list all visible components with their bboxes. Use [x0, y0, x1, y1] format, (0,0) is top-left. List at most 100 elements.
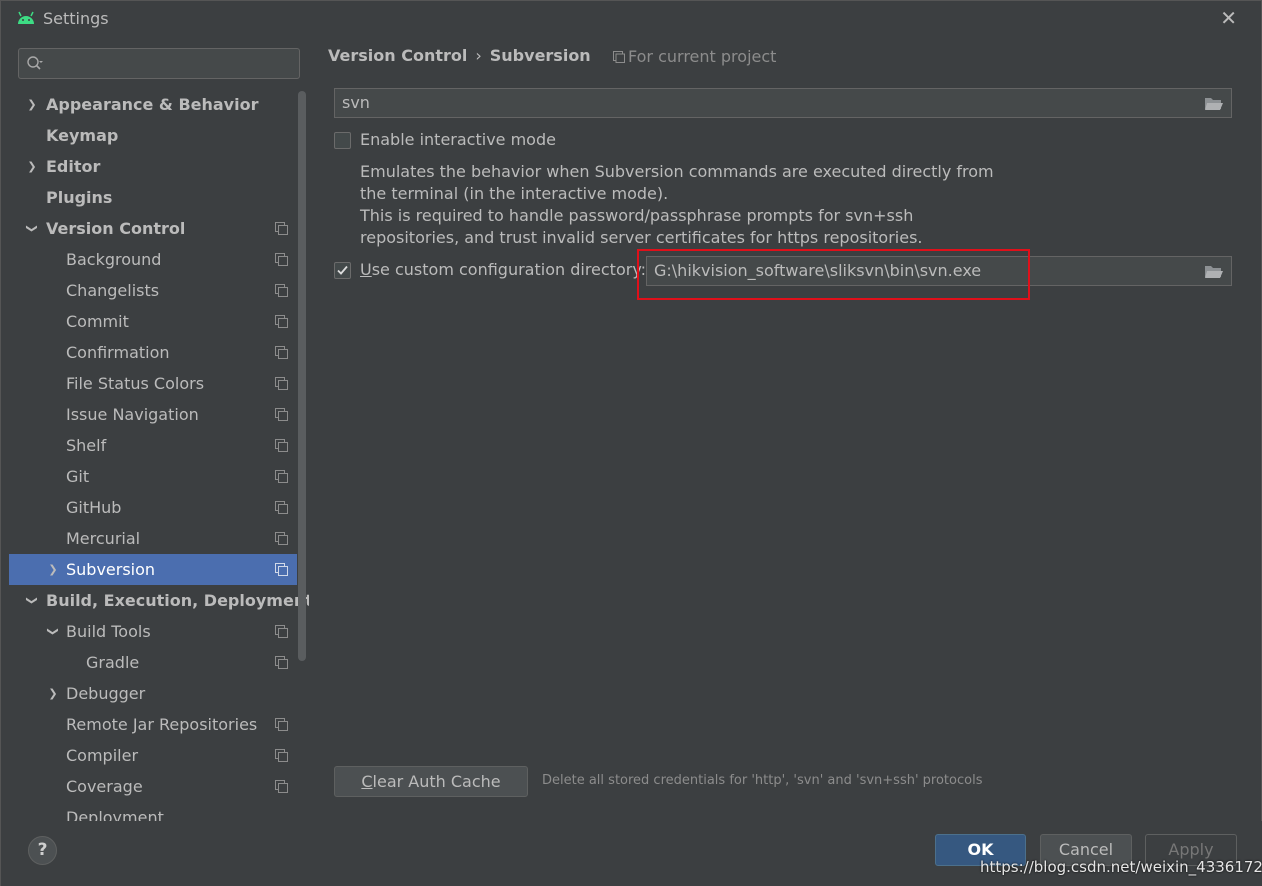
tree-item-coverage[interactable]: Coverage [9, 771, 297, 802]
project-scope-icon [275, 284, 288, 297]
tree-item-label: Deployment [66, 808, 164, 821]
interactive-mode-label[interactable]: Enable interactive mode [360, 130, 556, 149]
tree-item-file-status-colors[interactable]: File Status Colors [9, 368, 297, 399]
tree-item-shelf[interactable]: Shelf [9, 430, 297, 461]
settings-tree: ❯ Appearance & Behavior Keymap ❯ Editor Plugi… [9, 89, 310, 821]
search-input[interactable] [53, 52, 293, 75]
tree-item-label: Build, Execution, Deployment [46, 591, 309, 610]
project-scope-icon [613, 51, 625, 63]
tree-item-label: Editor [46, 157, 101, 176]
tree-item-label: GitHub [66, 498, 122, 517]
tree-item-version-control[interactable]: ❯ Version Control [9, 213, 297, 244]
custom-config-label[interactable]: Use custom configuration directory: [360, 260, 646, 279]
tree-item-background[interactable]: Background [9, 244, 297, 275]
tree-item-label: Appearance & Behavior [46, 95, 259, 114]
project-scope-icon [275, 532, 288, 545]
for-current-project-note: For current project [613, 47, 776, 66]
svn-executable-field[interactable]: svn [334, 88, 1232, 118]
interactive-mode-checkbox[interactable] [334, 132, 351, 149]
description-line: repositories, and trust invalid server c… [360, 228, 923, 247]
sidebar-scrollbar[interactable] [298, 91, 306, 661]
chevron-down-icon[interactable]: ❯ [17, 222, 48, 236]
tree-item-label: Subversion [66, 560, 156, 579]
tree-item-label: Build Tools [66, 622, 151, 641]
custom-config-checkbox[interactable] [334, 262, 351, 279]
chevron-right-icon[interactable]: ❯ [46, 554, 60, 585]
tree-item-mercurial[interactable]: Mercurial [9, 523, 297, 554]
project-scope-icon [275, 315, 288, 328]
clear-auth-cache-button[interactable]: Clear Auth Cache [334, 766, 528, 797]
project-scope-icon [275, 253, 288, 266]
custom-config-label-text: se custom configuration directory: [371, 260, 647, 279]
tree-item-label: Plugins [46, 188, 113, 207]
settings-dialog: Settings ✕ ❯ Appearance & Behavior Keymap ❯… [0, 0, 1262, 886]
clear-cache-label: lear Auth Cache [372, 772, 501, 791]
title-bar: Settings ✕ [1, 1, 1261, 35]
breadcrumb-separator: › [475, 46, 482, 65]
breadcrumb-parent[interactable]: Version Control [328, 46, 467, 65]
project-scope-icon [275, 470, 288, 483]
description-line: the terminal (in the interactive mode). [360, 184, 669, 203]
tree-item-keymap[interactable]: Keymap [9, 120, 297, 151]
project-scope-icon [275, 408, 288, 421]
tree-item-label: Git [66, 467, 90, 486]
project-scope-icon [275, 625, 288, 638]
tree-item-debugger[interactable]: ❯ Debugger [9, 678, 297, 709]
tree-item-appearance-behavior[interactable]: ❯ Appearance & Behavior [9, 89, 297, 120]
project-scope-icon [275, 563, 288, 576]
folder-open-icon[interactable] [1204, 96, 1223, 111]
project-scope-icon [275, 718, 288, 731]
window-title: Settings [43, 9, 109, 28]
tree-item-label: Debugger [66, 684, 146, 703]
search-icon [27, 56, 43, 70]
svn-path-value[interactable]: svn [342, 93, 370, 112]
tree-item-label: Mercurial [66, 529, 141, 548]
chevron-down-icon[interactable]: ❯ [38, 625, 69, 639]
tree-item-label: Background [66, 250, 162, 269]
project-scope-icon [275, 780, 288, 793]
tree-item-build-tools[interactable]: ❯ Build Tools [9, 616, 297, 647]
tree-item-label: Shelf [66, 436, 107, 455]
project-scope-icon [275, 656, 288, 669]
chevron-right-icon[interactable]: ❯ [25, 89, 39, 120]
tree-item-plugins[interactable]: Plugins [9, 182, 297, 213]
tree-item-label: File Status Colors [66, 374, 205, 393]
help-button[interactable]: ? [28, 836, 57, 865]
watermark-url: https://blog.csdn.net/weixin_43361722 [980, 858, 1262, 876]
close-icon[interactable]: ✕ [1220, 6, 1237, 30]
tree-item-compiler[interactable]: Compiler [9, 740, 297, 771]
tree-item-label: Coverage [66, 777, 143, 796]
chevron-right-icon[interactable]: ❯ [25, 151, 39, 182]
tree-item-confirmation[interactable]: Confirmation [9, 337, 297, 368]
tree-item-commit[interactable]: Commit [9, 306, 297, 337]
project-scope-icon [275, 377, 288, 390]
project-scope-icon [275, 222, 288, 235]
highlight-annotation [637, 249, 1030, 300]
breadcrumb: Version Control › Subversion [328, 46, 591, 65]
project-scope-icon [275, 346, 288, 359]
tree-item-label: Confirmation [66, 343, 170, 362]
folder-open-icon[interactable] [1204, 264, 1223, 279]
chevron-right-icon[interactable]: ❯ [46, 678, 60, 709]
tree-item-remote-jar-repositories[interactable]: Remote Jar Repositories [9, 709, 297, 740]
tree-item-git[interactable]: Git [9, 461, 297, 492]
settings-search[interactable] [18, 48, 300, 79]
project-scope-icon [275, 439, 288, 452]
tree-item-github[interactable]: GitHub [9, 492, 297, 523]
for-project-label: For current project [628, 47, 777, 66]
tree-item-editor[interactable]: ❯ Editor [9, 151, 297, 182]
settings-sidebar: ❯ Appearance & Behavior Keymap ❯ Editor Plugi… [9, 37, 309, 821]
tree-item-changelists[interactable]: Changelists [9, 275, 297, 306]
chevron-down-icon[interactable]: ❯ [17, 594, 48, 608]
tree-item-subversion[interactable]: ❯ Subversion [9, 554, 297, 585]
tree-item-label: Keymap [46, 126, 119, 145]
clear-cache-description: Delete all stored credentials for 'http'… [542, 773, 983, 788]
description-line: Emulates the behavior when Subversion co… [360, 162, 994, 181]
tree-item-build-execution-deployment[interactable]: ❯ Build, Execution, Deployment [9, 585, 310, 616]
android-icon [18, 11, 34, 24]
tree-item-gradle[interactable]: Gradle [9, 647, 297, 678]
tree-item-deployment[interactable]: Deployment [9, 802, 297, 821]
tree-item-label: Issue Navigation [66, 405, 199, 424]
clear-cache-mnemonic: C [361, 772, 373, 791]
tree-item-issue-navigation[interactable]: Issue Navigation [9, 399, 297, 430]
